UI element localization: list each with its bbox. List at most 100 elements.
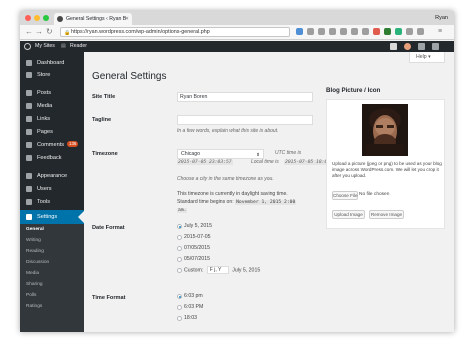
submenu-item-discussion[interactable]: Discussion [26,260,49,265]
reader-link[interactable]: Reader [70,41,87,52]
browser-profile-name[interactable]: Ryan [435,12,448,24]
radio-button[interactable] [177,305,182,310]
radio-button-checked[interactable] [177,294,182,299]
notifications-icon[interactable] [418,43,425,50]
submenu-item-polls[interactable]: Polls [26,293,36,298]
submenu-item-general[interactable]: General [26,227,44,232]
date-format-option-label: 2015-07-05 [184,234,211,240]
sidebar-item-links[interactable]: Links [20,113,84,125]
tab-title: General Settings ‹ Ryan B [66,16,127,22]
browser-toolbar: ← → ↻ 🔒 https://ryan.wordpress.com/wp-ad… [20,25,454,40]
media-icon [26,103,32,109]
time-format-option-label: 6:03 PM [184,304,204,310]
admin-bar-menu-icon[interactable] [432,43,439,50]
new-post-icon[interactable] [390,43,397,50]
back-arrow-icon[interactable]: ← [25,27,33,37]
extension-icon[interactable] [395,28,402,35]
tagline-description: In a few words, explain what this site i… [177,128,279,134]
browser-tab[interactable]: General Settings ‹ Ryan B ✕ [54,13,132,25]
extension-icon[interactable] [340,28,347,35]
submenu-item-writing[interactable]: Writing [26,238,41,243]
blog-picture-box: Upload a picture (jpeg or png) to be use… [326,99,445,229]
sidebar-item-label: Pages [37,129,53,135]
wordpress-logo-icon[interactable] [24,43,31,50]
site-title-input[interactable]: Ryan Boren [177,92,313,102]
wordpress-favicon-icon [57,16,63,22]
sidebar-item-store[interactable]: Store [20,69,84,81]
lock-icon: 🔒 [64,30,71,36]
window-minimize-button[interactable] [34,15,40,21]
submenu-item-ratings[interactable]: Ratings [26,304,42,309]
submenu-item-reading[interactable]: Reading [26,249,44,254]
comments-count-badge: 136 [67,141,79,147]
page-title: General Settings [92,71,167,82]
time-format-option[interactable]: 18:03 [177,314,197,323]
blog-portrait-photo [362,104,408,156]
radio-button[interactable] [177,268,182,273]
avatar[interactable] [404,43,411,50]
choose-file-button[interactable]: Choose File [332,191,358,200]
no-file-chosen-text: No file chosen [359,192,390,197]
sidebar-item-appearance[interactable]: Appearance [20,170,84,182]
extension-icon[interactable] [329,28,336,35]
sidebar-item-posts[interactable]: Posts [20,87,84,99]
tab-close-icon[interactable]: ✕ [125,13,129,25]
submenu-item-sharing[interactable]: Sharing [26,282,43,287]
sidebar-item-comments[interactable]: Comments 136 [20,139,84,151]
sidebar-item-label: Dashboard [37,60,65,66]
window-maximize-button[interactable] [43,15,49,21]
radio-button[interactable] [177,246,182,251]
my-sites-link[interactable]: My Sites [35,41,55,52]
sidebar-item-pages[interactable]: Pages [20,126,84,138]
date-format-custom-option[interactable]: Custom: F j, Y July 5, 2015 [177,266,260,275]
tagline-input[interactable] [177,115,313,125]
local-time-label: Local time is [251,159,279,165]
extension-icon[interactable] [362,28,369,35]
wordpress-extension-icon[interactable] [296,28,303,35]
date-format-option[interactable]: 07/05/2015 [177,244,210,253]
upload-image-button[interactable]: Upload Image [332,210,365,219]
forward-arrow-icon[interactable]: → [35,27,43,37]
blog-picture-panel: Blog Picture / Icon Upload a picture (jp… [326,87,445,230]
comments-icon [26,142,32,148]
settings-submenu: General Writing Reading Discussion Media… [20,224,84,332]
extension-icon[interactable] [384,28,391,35]
sidebar-item-feedback[interactable]: Feedback [20,152,84,164]
sidebar-item-tools[interactable]: Tools [20,196,84,208]
address-bar[interactable]: 🔒 https://ryan.wordpress.com/wp-admin/op… [60,27,290,37]
utc-time-value: 2015-07-05 23:03:57 [177,159,233,165]
date-format-option[interactable]: 05/07/2015 [177,255,210,264]
custom-date-preview: July 5, 2015 [232,267,261,274]
sidebar-item-settings[interactable]: Settings [20,210,84,224]
extension-icon[interactable] [417,28,424,35]
sidebar-item-media[interactable]: Media [20,100,84,112]
remove-image-button[interactable]: Remove Image [369,210,404,219]
extension-icon[interactable] [351,28,358,35]
custom-date-format-input[interactable]: F j, Y [206,266,229,274]
date-format-option[interactable]: 2015-07-05 [177,233,211,242]
extension-icon[interactable] [318,28,325,35]
reload-icon[interactable]: ↻ [46,27,53,37]
extension-icon[interactable] [307,28,314,35]
browser-menu-icon[interactable]: ≡ [438,27,442,37]
radio-button-checked[interactable] [177,224,182,229]
window-close-button[interactable] [25,15,31,21]
timezone-select[interactable]: Chicago ⬍ [177,149,264,159]
radio-button[interactable] [177,257,182,262]
sidebar-item-label: Appearance [37,173,68,179]
radio-button[interactable] [177,235,182,240]
help-tab-button[interactable]: Help ▾ [409,52,445,63]
time-format-option-label: 6:03 pm [184,293,203,299]
admin-sidebar: Dashboard Store Posts Media Links Pages … [20,52,84,332]
submenu-item-media[interactable]: Media [26,271,39,276]
sidebar-item-users[interactable]: Users [20,183,84,195]
pocket-extension-icon[interactable] [373,28,380,35]
time-format-option[interactable]: 6:03 pm [177,292,203,301]
extension-icon[interactable] [406,28,413,35]
sidebar-item-label: Media [37,103,53,109]
users-icon [26,186,32,192]
sidebar-item-dashboard[interactable]: Dashboard [20,57,84,69]
radio-button[interactable] [177,316,182,321]
time-format-option[interactable]: 6:03 PM [177,303,203,312]
date-format-option[interactable]: July 5, 2015 [177,222,212,231]
